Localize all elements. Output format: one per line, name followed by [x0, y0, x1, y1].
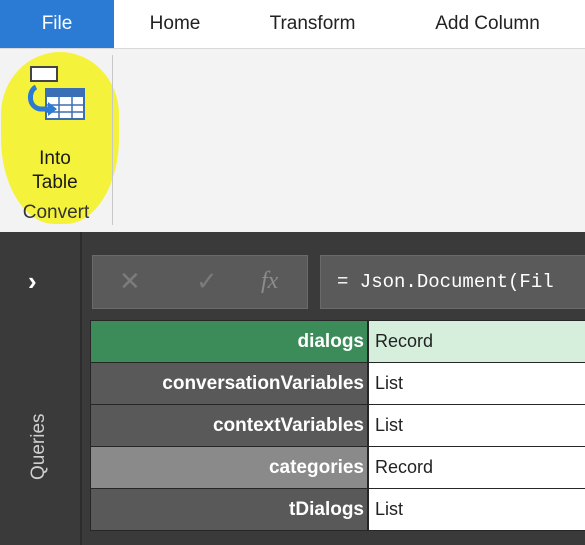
into-table-button[interactable]: Into Table — [10, 61, 100, 193]
commit-formula-icon[interactable]: ✓ — [196, 266, 218, 296]
convert-group-label: Convert — [22, 202, 90, 223]
record-row[interactable]: contextVariables List — [90, 405, 585, 446]
record-row[interactable]: conversationVariables List — [90, 363, 585, 404]
record-field-value[interactable]: List — [369, 405, 585, 446]
tab-add-column[interactable]: Add Column — [405, 0, 570, 48]
record-field-name[interactable]: contextVariables — [91, 405, 367, 446]
formula-bar-buttons: ✕ ✓ fx — [92, 255, 308, 309]
record-view: dialogs Record conversationVariables Lis… — [90, 320, 585, 531]
record-field-value[interactable]: List — [369, 489, 585, 530]
record-row[interactable]: categories Record — [90, 447, 585, 488]
queries-pane: › Queries — [0, 232, 82, 545]
formula-input[interactable]: = Json.Document(Fil — [320, 255, 585, 309]
record-field-name[interactable]: dialogs — [91, 321, 367, 362]
record-field-name[interactable]: categories — [91, 447, 367, 488]
record-field-name[interactable]: conversationVariables — [91, 363, 367, 404]
cancel-formula-icon[interactable]: ✕ — [119, 266, 141, 296]
record-field-value[interactable]: Record — [369, 447, 585, 488]
queries-pane-label-wrap: Queries — [28, 402, 58, 502]
expand-queries-chevron-icon[interactable]: › — [28, 268, 37, 294]
ribbon-panel: Into Table Convert — [0, 49, 585, 231]
tab-home[interactable]: Home — [125, 0, 225, 48]
ribbon-group-separator — [112, 55, 113, 225]
record-field-value[interactable]: List — [369, 363, 585, 404]
queries-pane-label[interactable]: Queries — [28, 413, 50, 480]
tab-file[interactable]: File — [0, 0, 114, 48]
into-table-icon — [28, 66, 85, 120]
ribbon-tab-bar: File Home Transform Add Column — [0, 0, 585, 49]
into-table-label-line1: Into — [39, 148, 71, 169]
record-row[interactable]: dialogs Record — [90, 321, 585, 362]
into-table-label: Into Table — [10, 147, 100, 195]
query-editor-workarea: › Queries ✕ ✓ fx = Json.Document(Fil dia… — [0, 232, 585, 545]
insert-function-icon[interactable]: fx — [261, 266, 278, 296]
record-field-name[interactable]: tDialogs — [91, 489, 367, 530]
record-row[interactable]: tDialogs List — [90, 489, 585, 530]
tab-transform[interactable]: Transform — [240, 0, 385, 48]
record-field-value[interactable]: Record — [369, 321, 585, 362]
into-table-label-line2: Table — [32, 172, 78, 193]
